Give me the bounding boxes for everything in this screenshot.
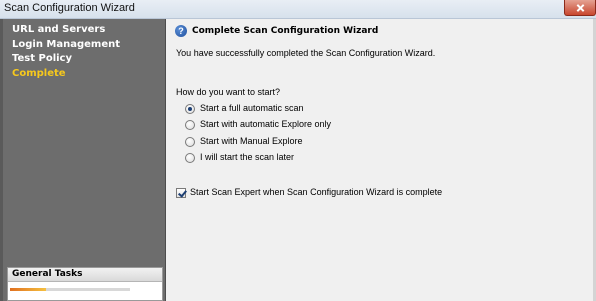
option-label[interactable]: Start with Manual Explore — [200, 136, 303, 146]
sidebar-item-url-and-servers[interactable]: URL and Servers — [12, 23, 120, 38]
wizard-content: ? Complete Scan Configuration Wizard You… — [167, 19, 596, 301]
success-message: You have successfully completed the Scan… — [176, 48, 436, 58]
sidebar-item-complete[interactable]: Complete — [12, 67, 120, 82]
wizard-steps-nav: URL and Servers Login Management Test Po… — [12, 23, 120, 81]
general-tasks-item-partial — [10, 288, 130, 291]
radio-button[interactable] — [185, 120, 195, 130]
page-title: Complete Scan Configuration Wizard — [192, 26, 379, 36]
sidebar-item-login-management[interactable]: Login Management — [12, 38, 120, 53]
general-tasks-header[interactable]: General Tasks — [8, 268, 162, 282]
radio-button[interactable] — [185, 153, 195, 163]
close-icon[interactable] — [564, 0, 596, 16]
radio-button[interactable] — [185, 137, 195, 147]
option-label[interactable]: Start a full automatic scan — [200, 103, 304, 113]
window-title: Scan Configuration Wizard — [4, 2, 135, 14]
title-bar: Scan Configuration Wizard — [0, 0, 596, 19]
wizard-window: Scan Configuration Wizard URL and Server… — [0, 0, 596, 301]
scan-expert-label[interactable]: Start Scan Expert when Scan Configuratio… — [190, 187, 442, 197]
radio-button[interactable] — [185, 104, 195, 114]
help-icon[interactable]: ? — [175, 25, 187, 37]
general-tasks-panel: General Tasks — [7, 267, 163, 301]
option-label[interactable]: Start with automatic Explore only — [200, 119, 331, 129]
sidebar-item-test-policy[interactable]: Test Policy — [12, 52, 120, 67]
option-label[interactable]: I will start the scan later — [200, 152, 294, 162]
sidebar-edge — [0, 19, 3, 301]
scan-expert-checkbox[interactable] — [176, 188, 186, 198]
start-question: How do you want to start? — [176, 87, 281, 97]
sidebar: URL and Servers Login Management Test Po… — [0, 19, 166, 301]
